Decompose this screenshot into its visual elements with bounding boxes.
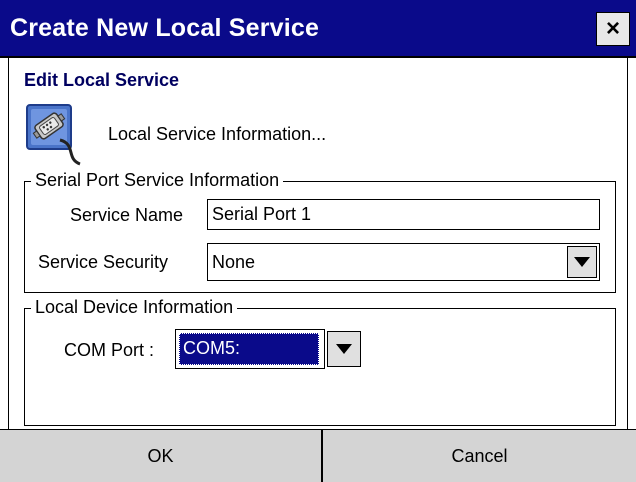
service-security-value: None — [212, 252, 256, 272]
window-title: Create New Local Service — [10, 14, 320, 42]
chevron-down-icon — [336, 344, 352, 354]
title-bar: Create New Local Service × — [0, 0, 636, 58]
com-port-value: COM5: — [183, 338, 241, 358]
service-name-label: Service Name — [70, 205, 184, 225]
serial-connector-icon — [26, 104, 88, 166]
cancel-button[interactable]: Cancel — [323, 430, 636, 482]
ok-button[interactable]: OK — [0, 430, 323, 482]
com-port-select[interactable]: COM5: — [175, 329, 363, 369]
button-bar: OK Cancel — [0, 429, 636, 482]
serial-port-group-legend: Serial Port Service Information — [31, 170, 284, 191]
close-icon: × — [605, 15, 620, 42]
page-subtitle: Edit Local Service — [24, 70, 180, 90]
local-device-group-legend: Local Device Information — [31, 297, 238, 318]
close-button[interactable]: × — [596, 12, 630, 46]
service-security-select[interactable]: None — [207, 243, 600, 281]
service-security-label: Service Security — [38, 252, 169, 272]
service-name-input[interactable] — [207, 199, 600, 230]
service-security-dropdown-button[interactable] — [567, 246, 597, 278]
chevron-down-icon — [574, 257, 590, 267]
com-port-selection: COM5: — [179, 333, 319, 365]
com-port-field[interactable]: COM5: — [175, 329, 325, 369]
com-port-label: COM Port : — [64, 340, 155, 360]
com-port-dropdown-button[interactable] — [327, 331, 361, 367]
local-service-info-label: Local Service Information... — [108, 124, 327, 144]
